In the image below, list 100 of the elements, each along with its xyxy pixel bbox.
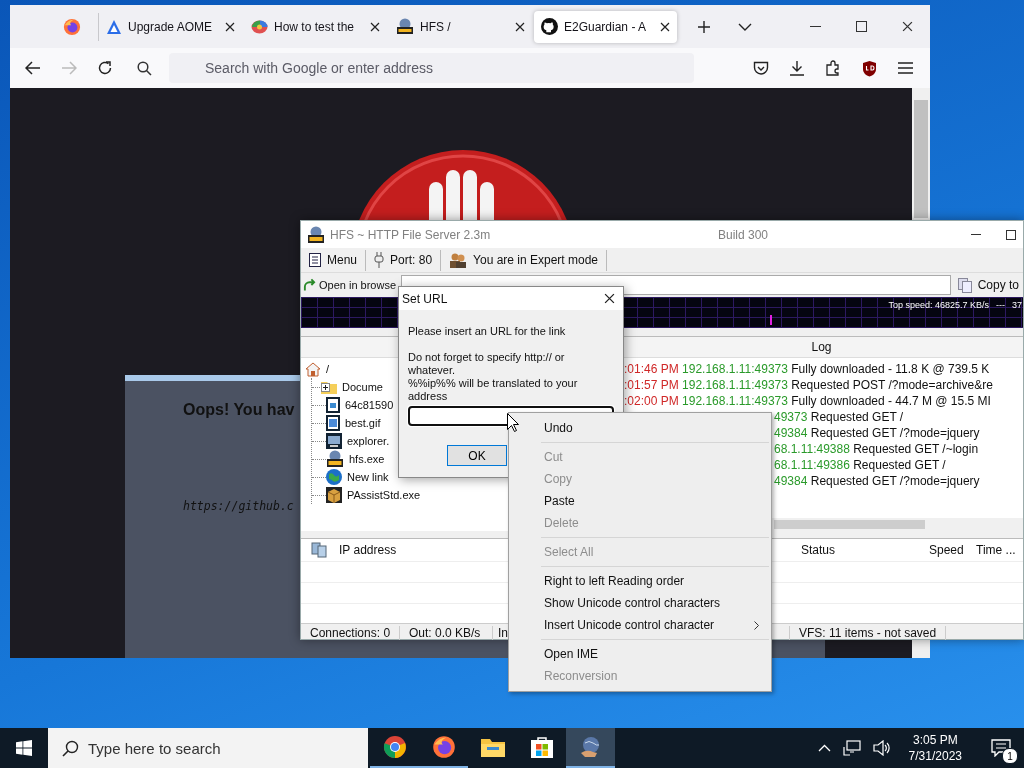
copy-icon <box>957 277 972 293</box>
dialog-text: Do not forget to specify http:// or whatever. <box>408 351 566 377</box>
tree-item[interactable]: best.gif <box>326 414 381 432</box>
close-icon[interactable] <box>225 21 235 32</box>
toolbar-button[interactable]: You are in Expert mode <box>441 249 608 271</box>
clock[interactable]: 3:05 PM 7/31/2023 <box>900 732 970 764</box>
log-entry: :01:57 PM 192.168.1.11:49373 Requested POST /?mode=archive&re <box>624 377 994 393</box>
open-in-browser-button[interactable]: Open in browse <box>301 274 399 296</box>
error-heading: Oops! You hav <box>183 401 295 419</box>
dialog-text: Please insert an URL for the link <box>408 325 567 338</box>
shield-icon <box>861 59 877 77</box>
log-entry: :02:00 PM 192.168.1.11:49373 Fully downloaded - 44.7 M @ 15.5 MI <box>624 393 992 409</box>
scrollbar-thumb[interactable] <box>774 520 925 529</box>
forward-arrow-icon <box>61 61 77 75</box>
maximize-icon <box>855 21 867 32</box>
chevron-up-icon <box>817 744 831 752</box>
tree-item[interactable]: New link <box>326 468 389 486</box>
triangle-logo-icon <box>106 18 122 35</box>
server-logo-icon <box>396 18 414 35</box>
network-icon <box>842 740 861 756</box>
tree-item[interactable]: Docume <box>321 378 383 396</box>
log-entry: 49384 Requested GET /?mode=jquery <box>773 425 981 441</box>
tree-item[interactable]: / <box>305 360 330 378</box>
window-title: HFS ~ HTTP File Server 2.3m <box>330 227 492 242</box>
windows-logo-icon <box>16 740 32 756</box>
server-logo-icon <box>326 450 344 468</box>
folder-icon <box>480 737 505 757</box>
tree-item[interactable]: hfs.exe <box>326 450 385 468</box>
tree-item[interactable]: PAssistStd.exe <box>326 486 421 504</box>
close-icon[interactable] <box>603 293 615 304</box>
curved-arrow-icon <box>303 278 316 292</box>
clock-time: 3:05 PM <box>912 732 958 748</box>
volume-button[interactable] <box>870 740 893 756</box>
column-header[interactable]: Status <box>801 543 836 557</box>
computers-icon <box>311 542 327 558</box>
chevron-down-icon <box>738 22 752 31</box>
network-button[interactable] <box>840 740 863 756</box>
pocket-icon <box>753 60 769 76</box>
menu-item[interactable]: Open IME <box>511 643 769 665</box>
close-icon[interactable] <box>660 21 670 32</box>
log-entry: 68.1.11:49386 Requested GET / <box>773 457 947 473</box>
download-icon <box>789 60 805 76</box>
log-header[interactable]: Log <box>811 340 832 354</box>
puzzle-icon <box>825 60 841 76</box>
speaker-icon <box>872 740 891 756</box>
menu-item[interactable]: Show Unicode control characters <box>511 592 769 614</box>
notifications-button[interactable]: 1 <box>978 728 1024 768</box>
column-header[interactable]: Time ... <box>976 543 1016 557</box>
graph-value: 37 <box>1012 300 1022 310</box>
close-icon[interactable] <box>901 21 913 32</box>
tree-item[interactable]: explorer. <box>326 432 390 450</box>
browser-tab[interactable]: How to test the <box>244 10 387 43</box>
status-text: Connections: 0 <box>301 626 400 640</box>
package-icon <box>326 487 342 503</box>
browser-tab[interactable]: Upgrade AOME <box>99 10 242 43</box>
clock-date: 7/31/2023 <box>908 748 962 764</box>
close-icon[interactable] <box>370 21 380 32</box>
plug-icon <box>374 252 385 268</box>
graph-separator: --- <box>996 300 1005 310</box>
toolbar-button[interactable]: Port: 80 <box>366 249 442 271</box>
globe-icon <box>326 469 342 485</box>
log-entry: 49373 Requested GET / <box>773 409 905 425</box>
search-icon <box>137 60 152 76</box>
column-header[interactable]: Speed <box>929 543 964 557</box>
plus-icon <box>697 19 711 34</box>
ok-button[interactable]: OK <box>447 445 507 466</box>
github-icon <box>541 18 558 35</box>
image-file-icon <box>326 415 340 431</box>
browser-tab[interactable]: HFS / <box>389 10 532 43</box>
minimize-icon <box>809 26 821 27</box>
menu-item[interactable]: Right to left Reading order <box>511 570 769 592</box>
status-text: VFS: 11 items - not saved <box>790 626 947 640</box>
menu-item[interactable]: Paste <box>511 490 769 512</box>
status-text: Out: 0.0 KB/s <box>400 626 493 640</box>
close-icon[interactable] <box>515 21 525 32</box>
address-bar[interactable]: Search with Google or enter address <box>169 53 694 83</box>
toolbar-button[interactable]: Menu <box>301 249 367 271</box>
column-header[interactable]: IP address <box>339 543 397 557</box>
chrome-icon <box>382 735 407 759</box>
users-icon <box>449 252 468 268</box>
notification-count: 1 <box>1002 748 1018 764</box>
firefox-icon <box>431 735 456 759</box>
browser-tab[interactable]: E2Guardian - A <box>534 10 677 43</box>
build-label: Build 300 <box>718 227 769 242</box>
maximize-icon <box>1006 229 1016 240</box>
firefox-icon <box>62 17 81 36</box>
menu-icon <box>897 62 913 74</box>
colorful-globe-icon <box>251 18 268 35</box>
tree-item[interactable]: 64c81590 <box>326 396 394 414</box>
back-arrow-icon <box>25 61 41 75</box>
log-entry: 49384 Requested GET /?mode=jquery <box>773 473 981 489</box>
reload-icon <box>97 60 113 76</box>
scrollbar-thumb[interactable] <box>914 100 928 218</box>
menu-list-icon <box>309 253 321 267</box>
monitor-icon <box>326 433 342 449</box>
expand-toggle[interactable] <box>321 382 330 392</box>
minimize-icon <box>971 234 981 235</box>
copy-button[interactable]: Copy to <box>953 274 1023 296</box>
shopping-bag-icon <box>530 736 553 758</box>
dialog-text: %%ip%% will be translated to your address <box>408 377 579 403</box>
